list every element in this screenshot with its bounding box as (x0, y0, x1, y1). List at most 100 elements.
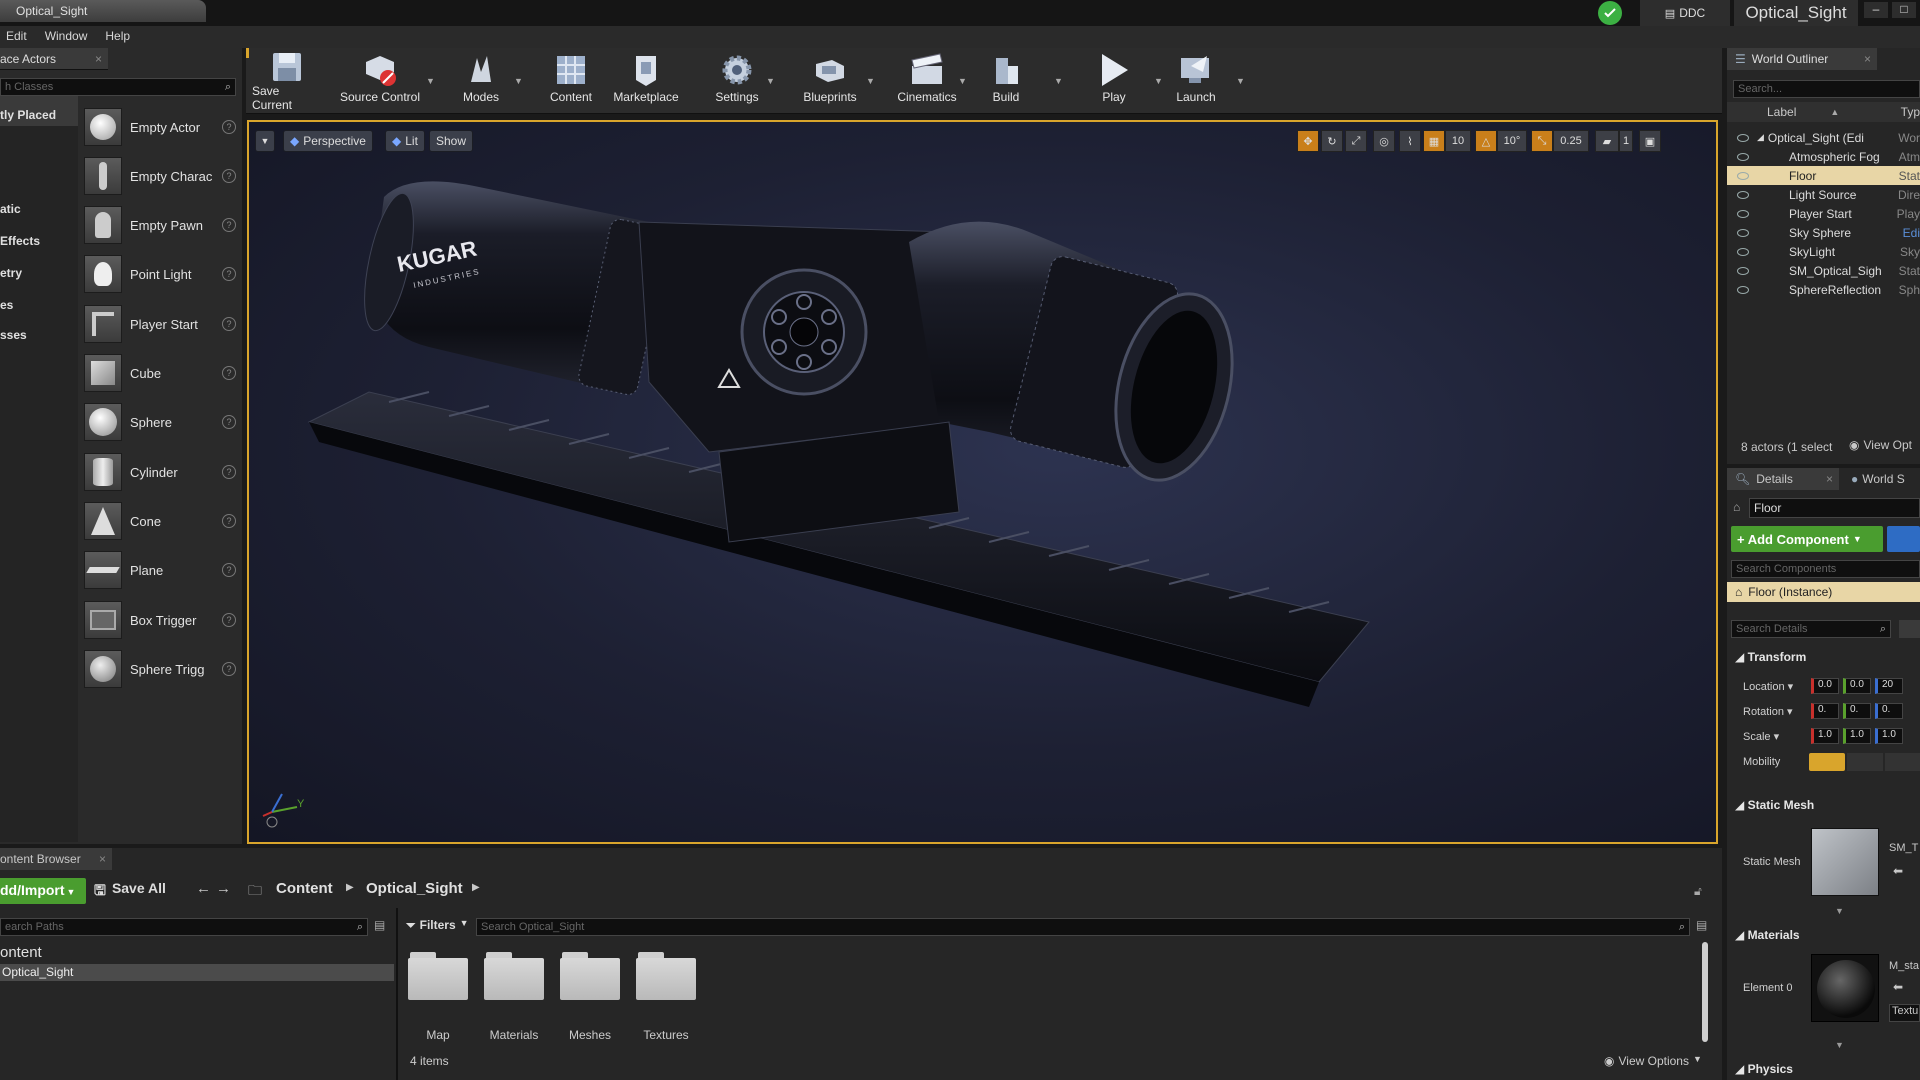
tree-optical-sight-folder[interactable]: Optical_Sight (0, 964, 394, 981)
location-y-input[interactable]: 0.0 (1843, 678, 1871, 694)
actor-box-trigger[interactable]: Box Trigger? (84, 600, 236, 640)
breadcrumb-optical-sight[interactable]: Optical_Sight (366, 880, 463, 897)
outliner-row-sphere-reflection[interactable]: SphereReflection Sph (1727, 280, 1920, 299)
tree-content-folder[interactable]: ontent (0, 944, 42, 961)
mobility-static-toggle[interactable] (1809, 753, 1845, 771)
world-local-icon[interactable]: ◎ (1373, 130, 1395, 152)
settings-button[interactable]: Settings (702, 50, 772, 112)
component-tree-row[interactable]: ⌂ Floor (Instance) (1727, 582, 1920, 602)
eye-icon[interactable] (1737, 171, 1749, 180)
scale-snap-icon[interactable]: ⤡ (1531, 130, 1553, 152)
build-dropdown-icon[interactable]: ▼ (1054, 76, 1063, 86)
blueprints-dropdown-icon[interactable]: ▼ (866, 76, 875, 86)
outliner-row-light-source[interactable]: Light Source Dire (1727, 185, 1920, 204)
category-geometry[interactable]: etry (0, 266, 22, 280)
perspective-button[interactable]: ◆ Perspective (283, 130, 373, 152)
outliner-row-sm-optical-sight[interactable]: SM_Optical_Sigh Stat (1727, 261, 1920, 280)
build-button[interactable]: Build (976, 50, 1036, 112)
splitter[interactable] (396, 908, 398, 1080)
category-all-classes[interactable]: sses (0, 328, 27, 342)
maximize-viewport-icon[interactable]: ▣ (1639, 130, 1661, 152)
outliner-row-world[interactable]: ◢ Optical_Sight (Edito Wor (1727, 128, 1920, 147)
eye-icon[interactable] (1737, 266, 1749, 275)
blueprint-button[interactable] (1887, 526, 1920, 552)
save-search-icon[interactable]: ▤ (1696, 918, 1707, 932)
save-all-button[interactable]: 🖫︎ Save All (94, 880, 166, 904)
place-actors-tab[interactable]: ace Actors × (0, 48, 108, 70)
static-mesh-section-header[interactable]: ◢ Static Mesh (1735, 798, 1814, 812)
modes-button[interactable]: Modes (446, 50, 516, 112)
mesh-thumbnail[interactable] (1811, 828, 1879, 896)
menu-window[interactable]: Window (45, 29, 88, 45)
surface-snap-icon[interactable]: ⌇ (1399, 130, 1421, 152)
source-control-button[interactable]: Source Control (338, 50, 422, 112)
material-thumbnail[interactable] (1811, 954, 1879, 1022)
actor-cube[interactable]: Cube? (84, 353, 236, 393)
details-tab[interactable]: 🔍︎ Details × (1727, 468, 1839, 490)
help-icon[interactable]: ? (222, 514, 236, 528)
maximize-button[interactable]: □ (1892, 2, 1916, 18)
folder-meshes[interactable] (560, 952, 624, 1016)
actor-empty-character[interactable]: Empty Charac? (84, 156, 236, 196)
actor-empty-actor[interactable]: Empty Actor? (84, 107, 236, 147)
label-column-header[interactable]: Label (1767, 105, 1796, 119)
category-basic[interactable]: atic (0, 202, 21, 216)
level-viewport[interactable]: KUGAR INDUSTRIES ▼ ◆ Perspective ◆ Lit Sho… (247, 120, 1718, 844)
save-current-button[interactable]: Save Current (252, 50, 322, 112)
launch-button[interactable]: Launch (1166, 50, 1226, 112)
translate-tool-icon[interactable]: ✥ (1297, 130, 1319, 152)
rotation-snap-icon[interactable]: △ (1475, 130, 1497, 152)
menu-help[interactable]: Help (105, 29, 130, 45)
outliner-row-floor-selected[interactable]: Floor Stat (1727, 166, 1920, 185)
level-tab[interactable]: Optical_Sight (0, 0, 206, 22)
world-settings-tab[interactable]: ● World S (1843, 468, 1920, 490)
material-textures-dropdown[interactable]: Textu (1889, 1004, 1920, 1022)
help-icon[interactable]: ? (222, 218, 236, 232)
help-icon[interactable]: ? (222, 613, 236, 627)
view-options-button[interactable]: ◉ View Options ▼ (1604, 1054, 1702, 1068)
scale-snap-value[interactable]: 0.25 (1553, 130, 1589, 152)
actor-cylinder[interactable]: Cylinder? (84, 452, 236, 492)
help-icon[interactable]: ? (222, 662, 236, 676)
breadcrumb-content[interactable]: Content (276, 880, 333, 897)
source-control-status-icon[interactable] (1598, 1, 1622, 25)
category-visual-effects[interactable]: Effects (0, 234, 40, 248)
scale-x-input[interactable]: 1.0 (1811, 728, 1839, 744)
outliner-view-options[interactable]: ◉ View Opt (1849, 438, 1912, 452)
category-volumes[interactable]: es (0, 298, 13, 312)
folder-map[interactable] (408, 952, 472, 1016)
outliner-row-sky-sphere[interactable]: Sky Sphere Edi (1727, 223, 1920, 242)
blueprints-button[interactable]: Blueprints (792, 50, 868, 112)
close-icon[interactable]: × (99, 852, 106, 866)
grid-snap-value[interactable]: 10 (1445, 130, 1471, 152)
eye-icon[interactable] (1737, 285, 1749, 294)
outliner-row-atmospheric-fog[interactable]: Atmospheric Fog Atm (1727, 147, 1920, 166)
show-button[interactable]: Show (429, 130, 474, 152)
source-control-dropdown-icon[interactable]: ▼ (426, 76, 435, 86)
eye-icon[interactable] (1737, 190, 1749, 199)
help-icon[interactable]: ? (222, 563, 236, 577)
rotation-x-input[interactable]: 0. (1811, 703, 1839, 719)
add-component-button[interactable]: + Add Component ▼ (1731, 526, 1883, 552)
forward-arrow-icon[interactable]: → (216, 880, 231, 897)
content-button[interactable]: Content (536, 50, 606, 112)
help-icon[interactable]: ? (222, 415, 236, 429)
help-icon[interactable]: ? (222, 366, 236, 380)
play-button[interactable]: Play (1086, 50, 1142, 112)
eye-icon[interactable] (1737, 247, 1749, 256)
menu-edit[interactable]: Edit (6, 29, 27, 45)
actor-sphere-trigger[interactable]: Sphere Trigg? (84, 649, 236, 689)
close-icon[interactable]: × (1864, 52, 1871, 66)
rotation-label[interactable]: Rotation ▾ (1743, 705, 1793, 718)
add-import-button[interactable]: dd/Import ▼ (0, 878, 86, 904)
materials-section-header[interactable]: ◢ Materials (1735, 928, 1800, 942)
actor-sphere[interactable]: Sphere? (84, 402, 236, 442)
actor-cone[interactable]: Cone? (84, 501, 236, 541)
folder-materials[interactable] (484, 952, 548, 1016)
search-paths-input[interactable]: earch Paths ⌕ (0, 918, 368, 936)
help-icon[interactable]: ? (222, 120, 236, 134)
camera-speed-icon[interactable]: ▰ (1595, 130, 1619, 152)
back-arrow-icon[interactable]: ← (196, 880, 211, 897)
search-assets-input[interactable]: Search Optical_Sight ⌕ (476, 918, 1690, 936)
location-label[interactable]: Location ▾ (1743, 680, 1793, 693)
